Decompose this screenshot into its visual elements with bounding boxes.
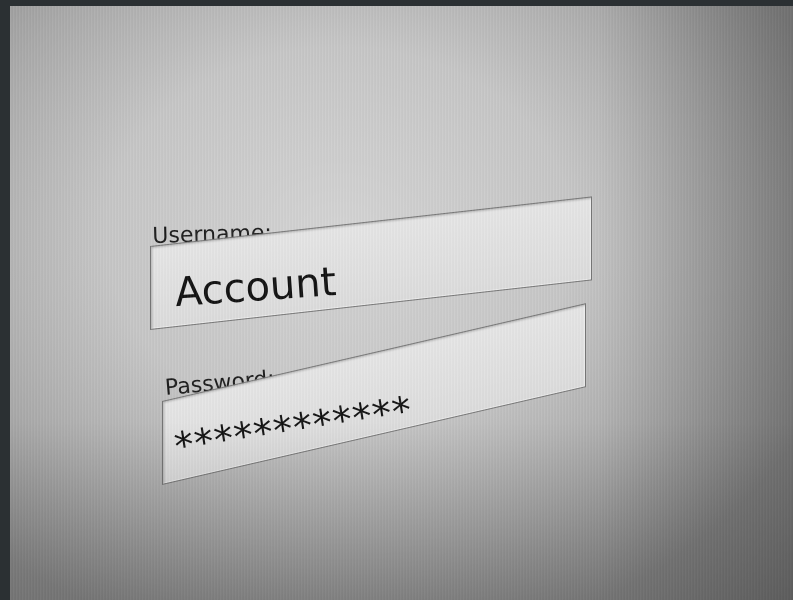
- password-field[interactable]: ************: [162, 303, 586, 485]
- monitor-bezel: Username: Account Password: ************: [0, 0, 793, 600]
- username-field[interactable]: Account: [150, 196, 592, 330]
- login-form: Username: Account Password: ************: [148, 196, 608, 506]
- screen: Username: Account Password: ************: [10, 6, 793, 600]
- username-value: Account: [173, 258, 338, 317]
- password-value: ************: [171, 387, 416, 469]
